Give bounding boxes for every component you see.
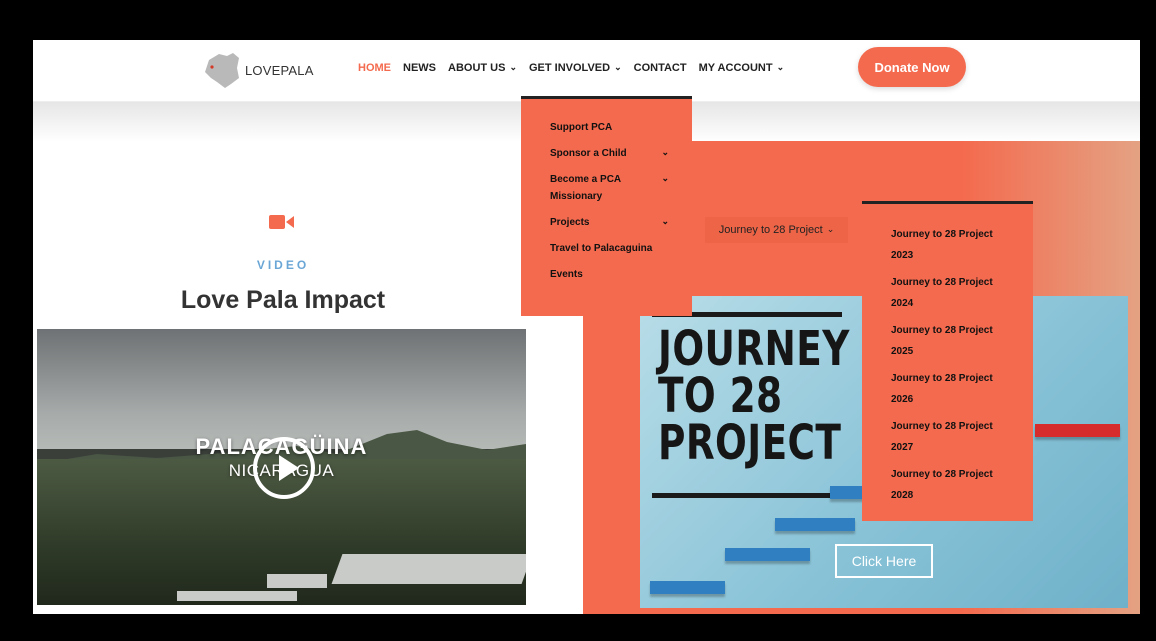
submenu-item-2024[interactable]: Journey to 28 Project 2024 (891, 272, 1011, 314)
submenu-item-2028[interactable]: Journey to 28 Project 2028 (891, 464, 1011, 506)
get-involved-dropdown: Support PCA Sponsor a Child ⌄ Become a P… (521, 96, 692, 316)
thumbnail-roof (331, 554, 526, 584)
dropdown-item-projects[interactable]: Projects ⌄ (550, 214, 669, 231)
chevron-down-icon: ⌄ (661, 173, 669, 183)
promo-step (1035, 424, 1120, 437)
site-header: LOVEPALA HOME NEWS ABOUT US ⌄ GET INVOLV… (33, 40, 1140, 102)
nav-item-label: GET INVOLVED (529, 62, 611, 74)
promo-headline: JOURNEY TO 28 PROJECT (658, 321, 850, 471)
promo-line: PROJECT (658, 415, 842, 471)
promo-line: JOURNEY (658, 321, 850, 377)
promo-step (650, 581, 725, 594)
dropdown-item-become-missionary[interactable]: Become a PCA Missionary ⌄ (550, 171, 669, 205)
video-section-eyebrow: VIDEO (256, 258, 310, 272)
dropdown-item-travel[interactable]: Travel to Palacaguina (550, 240, 665, 257)
journey-tab-label: Journey to 28 Project (718, 224, 823, 236)
submenu-item-2025[interactable]: Journey to 28 Project 2025 (891, 320, 1011, 362)
nav-item-label: HOME (358, 62, 391, 74)
chevron-down-icon: ⌄ (509, 61, 517, 72)
donate-now-button[interactable]: Donate Now (858, 47, 966, 87)
dropdown-item-label: Support PCA (550, 122, 613, 133)
chevron-down-icon: ⌄ (661, 216, 669, 226)
journey-tab[interactable]: Journey to 28 Project ⌄ (705, 217, 848, 243)
promo-step (775, 518, 855, 531)
chevron-down-icon: ⌄ (661, 147, 669, 157)
nav-item-my-account[interactable]: MY ACCOUNT ⌄ (698, 61, 785, 75)
thumbnail-roof (267, 574, 327, 588)
dropdown-item-sponsor-a-child[interactable]: Sponsor a Child ⌄ (550, 145, 669, 162)
projects-submenu: Journey to 28 Project 2023 Journey to 28… (862, 201, 1033, 521)
nav-item-label: CONTACT (633, 62, 687, 74)
site-logo-text: LOVEPALA (245, 62, 314, 78)
promo-bottom-bar (652, 493, 842, 498)
nav-item-label: MY ACCOUNT (698, 62, 773, 74)
main-navigation: HOME NEWS ABOUT US ⌄ GET INVOLVED ⌄ CONT… (358, 61, 796, 75)
dropdown-item-support-pca[interactable]: Support PCA (550, 119, 665, 136)
nav-item-label: ABOUT US (448, 62, 506, 74)
nav-item-contact[interactable]: CONTACT (634, 62, 687, 74)
dropdown-item-label: Travel to Palacaguina (550, 243, 653, 254)
nav-item-about-us[interactable]: ABOUT US ⌄ (448, 61, 517, 75)
dropdown-item-label: Sponsor a Child (550, 148, 627, 159)
dropdown-item-events[interactable]: Events (550, 266, 665, 283)
click-here-button[interactable]: Click Here (835, 544, 933, 578)
chevron-down-icon: ⌄ (614, 61, 622, 72)
promo-line: TO 28 (658, 368, 783, 424)
video-section-title: Love Pala Impact (180, 286, 386, 314)
play-icon[interactable] (253, 437, 315, 499)
submenu-item-2026[interactable]: Journey to 28 Project 2026 (891, 368, 1011, 410)
nav-item-news[interactable]: NEWS (403, 62, 436, 74)
dropdown-item-label: Projects (550, 217, 590, 228)
dropdown-item-label: Become a PCA Missionary (550, 174, 621, 202)
nav-item-home[interactable]: HOME (358, 62, 391, 74)
submenu-item-2027[interactable]: Journey to 28 Project 2027 (891, 416, 1011, 458)
dropdown-item-label: Events (550, 269, 583, 280)
video-camera-icon (269, 215, 294, 229)
submenu-item-2023[interactable]: Journey to 28 Project 2023 (891, 224, 1011, 266)
chevron-down-icon: ⌄ (826, 223, 835, 234)
website-frame: LOVEPALA HOME NEWS ABOUT US ⌄ GET INVOLV… (33, 40, 1140, 614)
nav-item-get-involved[interactable]: GET INVOLVED ⌄ (529, 61, 622, 75)
nav-item-label: NEWS (403, 62, 436, 74)
nicaragua-map-icon (205, 53, 239, 88)
thumbnail-roof (177, 591, 297, 601)
chevron-down-icon: ⌄ (776, 61, 785, 72)
video-thumbnail[interactable]: PALACAGÜINA NICARAGUA (37, 329, 526, 605)
site-logo[interactable]: LOVEPALA (201, 50, 314, 90)
promo-step (725, 548, 810, 561)
